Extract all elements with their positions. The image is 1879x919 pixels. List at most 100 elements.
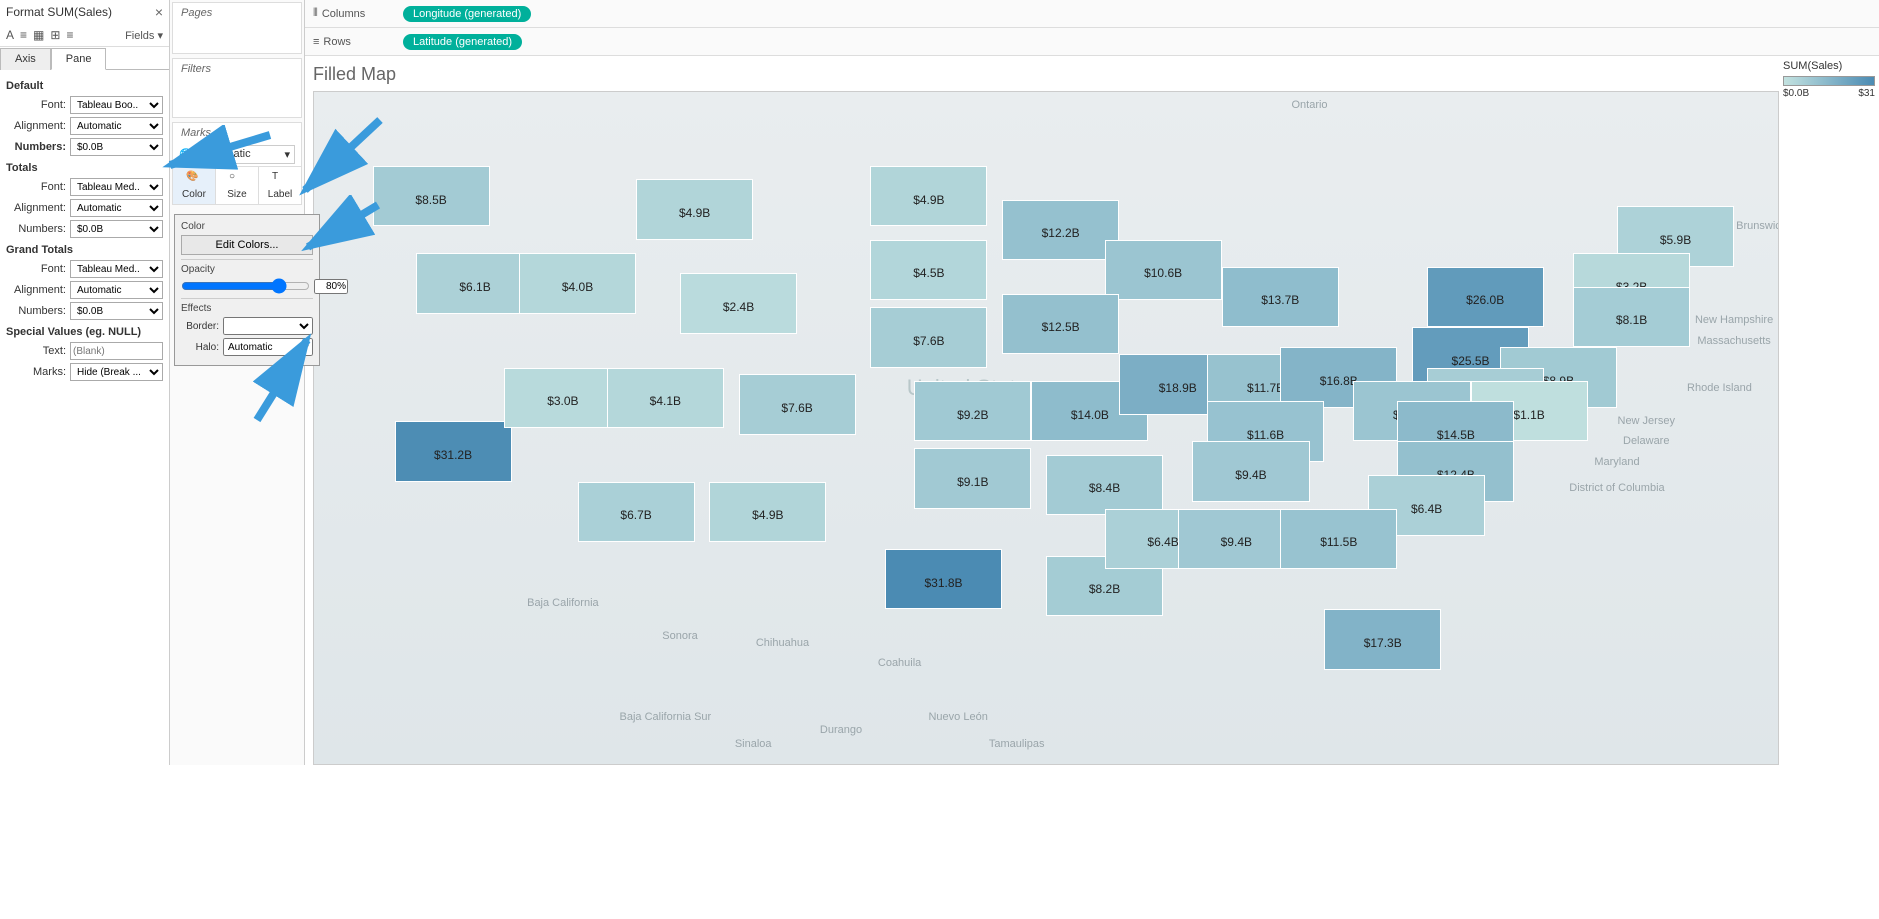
viz-title: Filled Map [313,64,1779,85]
state-label-LA: $8.2B [1089,582,1120,596]
totals-font-select[interactable]: Tableau Med.. [70,178,163,196]
bg-baja-sur: Baja California Sur [620,711,712,723]
map-canvas[interactable]: United States Ontario New Brunswick New … [313,91,1779,765]
state-label-SC: $6.4B [1411,502,1442,516]
state-label-IN: $11.7B [1247,381,1284,395]
state-label-MO: $14.0B [1071,408,1109,422]
state-label-UT: $4.1B [650,394,681,408]
state-label-MA: $8.1B [1616,313,1647,327]
format-title: Format SUM(Sales) [6,5,112,19]
marks-card-title: Marks [173,123,301,143]
state-label-MT: $4.9B [679,206,710,220]
fields-dropdown[interactable]: Fields ▾ [125,29,163,42]
size-button[interactable]: ○Size [216,167,259,204]
close-icon[interactable]: × [155,4,163,20]
grand-numbers-select[interactable]: $0.0B [70,302,163,320]
bg-de: Delaware [1623,435,1669,447]
state-label-KY: $11.6B [1247,428,1284,442]
state-label-PA: $25.5B [1452,354,1490,368]
section-default: Default [6,80,163,92]
state-label-NE: $7.6B [913,334,944,348]
columns-icon: ⦀ [313,7,318,20]
state-label-IL: $18.9B [1159,381,1197,395]
font-toolbar-icon[interactable]: A [6,28,14,42]
state-label-ND: $4.9B [913,193,944,207]
state-label-OR: $6.1B [459,280,490,294]
state-label-MI: $13.7B [1261,293,1299,307]
shading-toolbar-icon[interactable]: ▦ [33,28,44,42]
state-label-KS: $9.2B [957,408,988,422]
rows-shelf: ≡Rows Latitude (generated) [305,28,1879,56]
halo-select[interactable]: Automatic [223,338,313,356]
state-label-WA: $8.5B [415,193,446,207]
format-panel: Format SUM(Sales) × A ≡ ▦ ⊞ ≡ Fields ▾ A… [0,0,170,765]
bg-durango: Durango [820,724,862,736]
label-button[interactable]: TLabel [259,167,301,204]
state-label-NY: $26.0B [1466,293,1504,307]
columns-pill[interactable]: Longitude (generated) [403,6,531,22]
bg-nh: New Hampshire [1695,314,1773,326]
color-button[interactable]: 🎨Color [173,167,216,204]
section-totals: Totals [6,162,163,174]
bg-nj: New Jersey [1618,415,1675,427]
pages-card: Pages [173,3,301,23]
grand-alignment-select[interactable]: Automatic [70,281,163,299]
bg-ontario: Ontario [1291,99,1327,111]
legend-gradient[interactable] [1783,76,1875,86]
bg-sonora: Sonora [662,630,697,642]
state-label-FL: $17.3B [1364,636,1402,650]
state-label-NV: $3.0B [547,394,578,408]
state-label-CO: $7.6B [781,401,812,415]
state-label-MN: $12.2B [1042,226,1080,240]
default-font-select[interactable]: Tableau Boo.. [70,96,163,114]
state-label-OH: $16.8B [1320,374,1358,388]
state-label-ME: $5.9B [1660,233,1691,247]
state-label-WI: $10.6B [1144,266,1182,280]
bg-sinaloa: Sinaloa [735,738,772,750]
state-label-NM: $4.9B [752,508,783,522]
special-marks-select[interactable]: Hide (Break ... [70,363,163,381]
opacity-value[interactable] [314,279,348,294]
default-alignment-select[interactable]: Automatic [70,117,163,135]
align-toolbar-icon[interactable]: ≡ [20,28,27,42]
section-special: Special Values (eg. NULL) [6,326,163,338]
edit-colors-button[interactable]: Edit Colors... [181,235,313,255]
tab-pane[interactable]: Pane [51,48,107,70]
tab-axis[interactable]: Axis [0,48,51,70]
border-select[interactable] [223,317,313,335]
state-label-OK: $9.1B [957,475,988,489]
legend: SUM(Sales) $0.0B $31 [1779,56,1879,765]
totals-alignment-select[interactable]: Automatic [70,199,163,217]
filled-map-icon: 🌐 [179,148,193,161]
totals-numbers-select[interactable]: $0.0B [70,220,163,238]
cards-column: Pages Filters Marks 🌐Automatic ▾ 🎨Color … [170,0,305,765]
state-label-IA: $12.5B [1042,320,1080,334]
mark-type-dropdown[interactable]: Automatic ▾ [197,145,295,164]
bg-tamaulipas: Tamaulipas [989,738,1045,750]
state-label-AZ: $6.7B [620,508,651,522]
state-label-AR: $8.4B [1089,481,1120,495]
filters-card: Filters [173,59,301,79]
state-label-GA: $11.5B [1320,535,1357,549]
state-label-WY: $2.4B [723,300,754,314]
state-label-SD: $4.5B [913,266,944,280]
bg-dc: District of Columbia [1569,482,1664,494]
columns-shelf: ⦀Columns Longitude (generated) [305,0,1879,28]
label-icon: T [272,171,288,187]
opacity-slider[interactable] [181,278,310,294]
default-numbers-select[interactable]: $0.0B [70,138,163,156]
size-icon: ○ [229,171,245,187]
state-label-MS: $6.4B [1147,535,1178,549]
legend-min: $0.0B [1783,88,1809,99]
section-grand-totals: Grand Totals [6,244,163,256]
lines-toolbar-icon[interactable]: ≡ [66,28,73,42]
rows-pill[interactable]: Latitude (generated) [403,34,522,50]
grand-font-select[interactable]: Tableau Med.. [70,260,163,278]
legend-title: SUM(Sales) [1783,60,1875,72]
state-label-VA: $14.5B [1437,428,1475,442]
special-text-input[interactable] [70,342,163,360]
state-label-TN: $9.4B [1235,468,1266,482]
viz-column: ⦀Columns Longitude (generated) ≡Rows Lat… [305,0,1879,765]
bg-ma: Massachusetts [1697,335,1770,347]
borders-toolbar-icon[interactable]: ⊞ [50,28,60,42]
